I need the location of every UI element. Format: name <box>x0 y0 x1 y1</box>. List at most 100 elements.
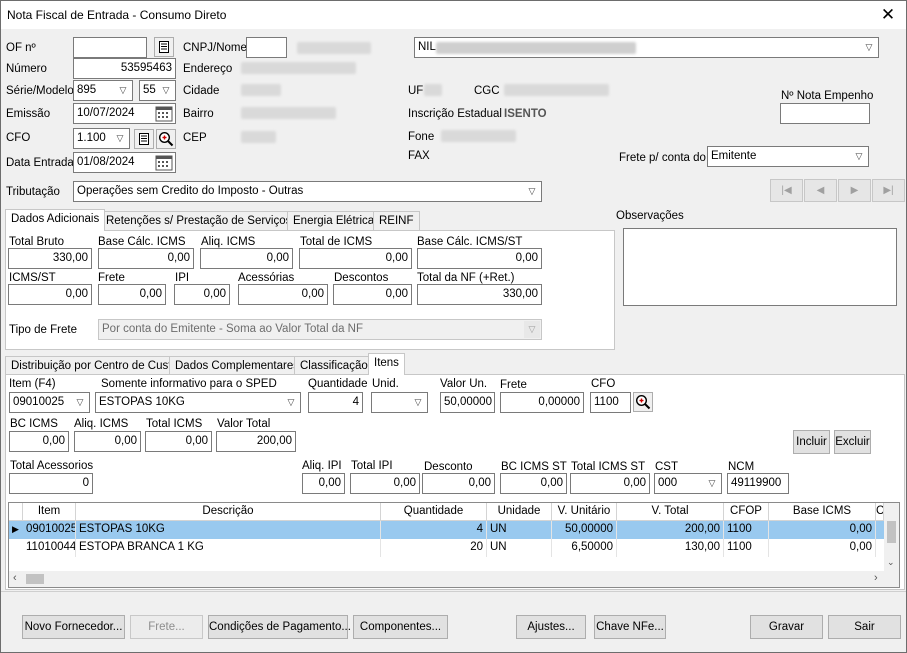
nota-empenho-label: Nº Nota Empenho <box>781 90 874 102</box>
tab-retencoes[interactable]: Retenções s/ Prestação de Serviços <box>100 211 298 231</box>
aliq-ipi-input[interactable]: 0,00 <box>302 473 345 494</box>
item-cfo-input[interactable]: 1100 <box>590 392 631 413</box>
grid-header-quantidade[interactable]: Quantidade <box>381 503 487 521</box>
tab-dados-complementares[interactable]: Dados Complementares <box>169 356 306 376</box>
unid-select[interactable]: ▽ <box>371 392 428 413</box>
grid-header-item[interactable]: Item <box>23 503 76 521</box>
chave-nfe-button[interactable]: Chave NFe... <box>594 615 666 639</box>
sped-select[interactable]: ESTOPAS 10KG ▽ <box>95 392 301 413</box>
ajustes-button[interactable]: Ajustes... <box>516 615 586 639</box>
base-icms-input[interactable]: 0,00 <box>98 248 194 269</box>
valor-un-input[interactable]: 50,00000 <box>440 392 495 413</box>
item-select[interactable]: 09010025 ▽ <box>9 392 90 413</box>
total-ipi-input[interactable]: 0,00 <box>350 473 420 494</box>
descontos-input[interactable]: 0,00 <box>333 284 412 305</box>
itens-grid[interactable]: Item Descrição Quantidade Unidade V. Uni… <box>8 502 900 588</box>
serie-select[interactable]: 895 ▽ <box>73 80 133 101</box>
scroll-down-icon[interactable]: ⌄ <box>887 557 895 568</box>
icms-st-input[interactable]: 0,00 <box>8 284 92 305</box>
nav-first-button[interactable]: |◀ <box>770 179 803 202</box>
nav-prev-button[interactable]: ◀ <box>804 179 837 202</box>
item-aliq-icms-input[interactable]: 0,00 <box>74 431 141 452</box>
frete-conta-label: Frete p/ conta do <box>619 152 706 164</box>
observacoes-textarea[interactable] <box>623 228 897 306</box>
table-row[interactable]: 11010044 ESTOPA BRANCA 1 KG 20 UN 6,5000… <box>9 539 884 557</box>
inscricao-estadual-label: Inscrição Estadual <box>408 108 502 120</box>
grid-header-unidade[interactable]: Unidade <box>487 503 552 521</box>
total-icms-st-input[interactable]: 0,00 <box>570 473 650 494</box>
cfo-select[interactable]: 1.100 ▽ <box>73 128 130 149</box>
tab-energia-eletrica[interactable]: Energia Elétrica <box>287 211 381 231</box>
calendar-icon[interactable] <box>155 105 173 122</box>
tributacao-select[interactable]: Operações sem Credito do Imposto - Outra… <box>73 181 542 202</box>
frete-button[interactable]: Frete... <box>130 615 203 639</box>
vertical-scrollbar[interactable]: ⌄ <box>884 503 899 571</box>
tab-classificacao[interactable]: Classificação <box>294 356 374 376</box>
modelo-select[interactable]: 55 ▽ <box>139 80 176 101</box>
nav-next-button[interactable]: ▶ <box>838 179 871 202</box>
list-icon[interactable] <box>154 37 174 57</box>
ipi-input[interactable]: 0,00 <box>174 284 230 305</box>
frete-conta-select[interactable]: Emitente ▽ <box>707 146 869 167</box>
excluir-button[interactable]: Excluir <box>834 430 871 454</box>
modelo-value: 55 <box>143 84 156 96</box>
grid-header-v-unitario[interactable]: V. Unitário <box>552 503 617 521</box>
emissao-label: Emissão <box>6 108 51 120</box>
list-icon[interactable] <box>134 129 154 149</box>
vertical-scroll-thumb[interactable] <box>887 521 896 543</box>
base-icms-st-input[interactable]: 0,00 <box>417 248 542 269</box>
grid-header-descricao[interactable]: Descrição <box>76 503 381 521</box>
total-nf-input[interactable]: 330,00 <box>417 284 542 305</box>
desconto-label: Desconto <box>424 461 473 473</box>
zoom-search-icon[interactable] <box>156 129 176 149</box>
total-bruto-input[interactable]: 330,00 <box>8 248 92 269</box>
cnpj-input[interactable] <box>246 37 287 58</box>
aliq-icms-input[interactable]: 0,00 <box>200 248 293 269</box>
tipo-frete-select[interactable]: Por conta do Emitente - Soma ao Valor To… <box>98 319 542 340</box>
bairro-label: Bairro <box>183 108 214 120</box>
of-input[interactable] <box>73 37 147 58</box>
quantidade-input[interactable]: 4 <box>308 392 363 413</box>
grid-header-c[interactable]: C <box>876 503 884 521</box>
tab-reinf[interactable]: REINF <box>373 211 420 231</box>
total-icms-input[interactable]: 0,00 <box>299 248 412 269</box>
zoom-search-icon[interactable] <box>633 392 653 412</box>
redacted-text <box>441 130 516 142</box>
grid-header-cfop[interactable]: CFOP <box>724 503 769 521</box>
gravar-button[interactable]: Gravar <box>750 615 823 639</box>
horizontal-scrollbar[interactable]: ‹ › <box>9 571 899 587</box>
scroll-left-icon[interactable]: ‹ <box>13 572 17 584</box>
condicoes-pagamento-button[interactable]: Condições de Pagamento... <box>208 615 351 639</box>
grid-header-base-icms[interactable]: Base ICMS <box>769 503 876 521</box>
total-acessorios-input[interactable]: 0 <box>9 473 93 494</box>
sair-button[interactable]: Sair <box>828 615 901 639</box>
nav-last-button[interactable]: ▶| <box>872 179 905 202</box>
numero-input[interactable]: 53595463 <box>73 58 176 79</box>
cell-base-icms: 0,00 <box>769 539 876 557</box>
sped-label: Somente informativo para o SPED <box>101 378 277 390</box>
item-frete-input[interactable]: 0,00000 <box>500 392 584 413</box>
close-icon[interactable]: ✕ <box>876 4 900 26</box>
scroll-right-icon[interactable]: › <box>874 572 878 584</box>
calendar-icon[interactable] <box>155 154 173 171</box>
table-row[interactable]: ▶ 09010025 ESTOPAS 10KG 4 UN 50,00000 20… <box>9 521 884 539</box>
item-total-icms-input[interactable]: 0,00 <box>145 431 212 452</box>
data-entrada-value: 01/08/2024 <box>77 156 135 168</box>
grid-header-v-total[interactable]: V. Total <box>617 503 724 521</box>
valor-total-input[interactable]: 200,00 <box>216 431 296 452</box>
novo-fornecedor-button[interactable]: Novo Fornecedor... <box>22 615 125 639</box>
incluir-button[interactable]: Incluir <box>793 430 830 454</box>
tab-dados-adicionais[interactable]: Dados Adicionais <box>5 209 106 231</box>
ncm-input[interactable]: 49119900 <box>727 473 789 494</box>
desconto-input[interactable]: 0,00 <box>422 473 495 494</box>
componentes-button[interactable]: Componentes... <box>353 615 448 639</box>
cst-select[interactable]: 000 ▽ <box>654 473 722 494</box>
acessorias-input[interactable]: 0,00 <box>238 284 328 305</box>
frete-input[interactable]: 0,00 <box>98 284 166 305</box>
horizontal-scroll-thumb[interactable] <box>26 574 44 584</box>
tab-itens[interactable]: Itens <box>368 353 405 375</box>
bc-icms-input[interactable]: 0,00 <box>9 431 69 452</box>
tab-distribuicao[interactable]: Distribuição por Centro de Custo <box>5 356 184 376</box>
bc-icms-st-input[interactable]: 0,00 <box>500 473 567 494</box>
nota-empenho-input[interactable] <box>780 103 870 124</box>
